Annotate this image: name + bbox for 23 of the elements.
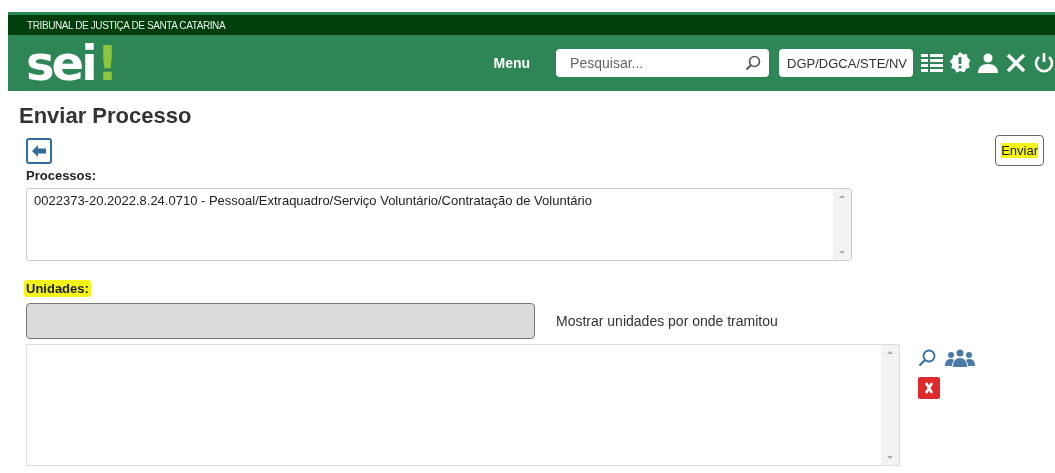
unit-selector[interactable]: DGP/DGCA/STE/NV: [779, 49, 913, 77]
units-label: Unidades:: [24, 280, 91, 297]
search-icon[interactable]: [918, 349, 936, 367]
logo[interactable]: sei!: [26, 38, 116, 88]
list-icon[interactable]: [921, 53, 943, 73]
processes-label: Processos:: [25, 167, 98, 184]
search-icon[interactable]: [745, 55, 762, 71]
alert-badge-icon[interactable]: [949, 52, 971, 74]
group-icon[interactable]: [945, 349, 975, 367]
send-button[interactable]: Enviar: [995, 135, 1044, 166]
page-title: Enviar Processo: [19, 103, 193, 129]
search-field[interactable]: Pesquisar...: [556, 49, 770, 77]
organization-name: TRIBUNAL DE JUSTIÇA DE SANTA CATARINA: [27, 19, 226, 31]
remove-icon[interactable]: [918, 377, 940, 399]
user-icon[interactable]: [977, 53, 999, 73]
menu-link[interactable]: Menu: [493, 55, 531, 71]
show-history-link[interactable]: Mostrar unidades por onde tramitou: [556, 313, 778, 329]
process-item[interactable]: 0022373-20.2022.8.24.0710 - Pessoal/Extraquadro/Serviço Voluntário/Contratação de Voluntário: [34, 193, 826, 208]
arrow-left-icon: [32, 144, 46, 157]
processes-list[interactable]: 0022373-20.2022.8.24.0710 - Pessoal/Extraquadro/Serviço Voluntário/Contratação de Voluntário: [26, 188, 852, 261]
back-button[interactable]: [26, 137, 52, 164]
units-input-field[interactable]: [26, 303, 535, 339]
power-icon[interactable]: [1033, 52, 1055, 74]
